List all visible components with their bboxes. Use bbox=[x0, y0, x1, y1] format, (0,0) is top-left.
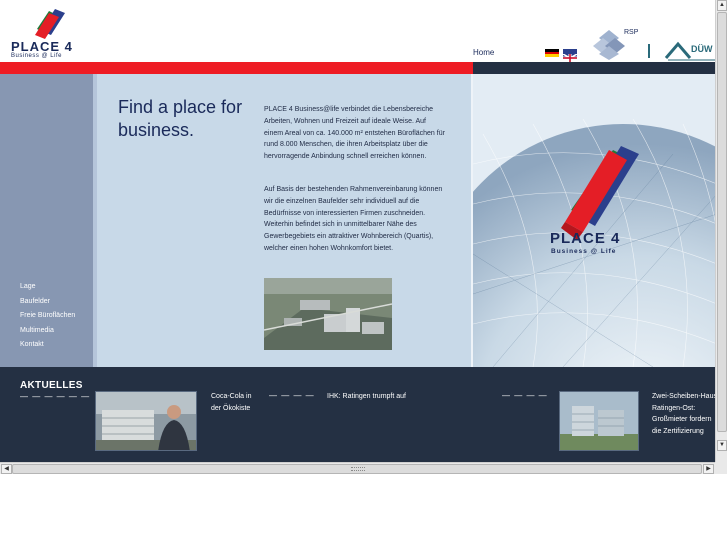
news-section: AKTUELLES — — — — — — Coca-Cola in der Ö… bbox=[0, 367, 715, 462]
nav-item-freie-bueroflaechen[interactable]: Freie Büroflächen bbox=[20, 309, 75, 324]
page-headline: Find a place for business. bbox=[118, 97, 243, 140]
logo-text: PLACE 4 bbox=[11, 39, 73, 54]
framework-paragraph: Auf Basis der bestehenden Rahmenvereinba… bbox=[264, 186, 443, 252]
header-divider bbox=[648, 44, 650, 58]
aerial-photo-image bbox=[264, 278, 392, 350]
site-header: PLACE 4 Business @ Life Home RSP DÜW bbox=[0, 0, 715, 63]
news-photo-3 bbox=[560, 392, 638, 450]
nav-item-kontakt[interactable]: Kontakt bbox=[20, 338, 75, 353]
news-thumbnail-1[interactable] bbox=[95, 391, 197, 451]
site-logo[interactable]: PLACE 4 Business @ Life bbox=[5, 5, 90, 59]
news-separator-1: — — — — bbox=[269, 391, 315, 400]
german-flag-icon[interactable] bbox=[545, 49, 559, 57]
news-heading: AKTUELLES bbox=[20, 380, 83, 391]
navy-accent-bar bbox=[473, 62, 715, 74]
news-thumbnail-3[interactable] bbox=[559, 391, 639, 451]
globe-wireframe-image bbox=[473, 74, 715, 367]
scroll-right-icon[interactable]: ▶ bbox=[703, 464, 714, 474]
scroll-left-icon[interactable]: ◀ bbox=[1, 464, 12, 474]
scroll-up-icon[interactable]: ▲ bbox=[717, 0, 727, 11]
nav-item-lage[interactable]: Lage bbox=[20, 280, 75, 295]
news-item-3-text[interactable]: Zwei-Scheiben-Haus Ratingen-Ost: Großmie… bbox=[652, 391, 715, 437]
news-separator-2: — — — — bbox=[502, 391, 548, 400]
news-item-2-text[interactable]: IHK: Ratingen trumpft auf bbox=[327, 391, 477, 403]
rsp-label: RSP bbox=[624, 29, 639, 36]
browser-viewport: PLACE 4 Business @ Life Home RSP DÜW Lag… bbox=[0, 0, 715, 462]
side-navigation: Lage Baufelder Freie Büroflächen Multime… bbox=[0, 74, 97, 367]
duw-label: DÜW bbox=[691, 44, 713, 54]
horizontal-scroll-thumb[interactable] bbox=[12, 464, 702, 474]
union-jack-icon bbox=[562, 53, 578, 63]
horizontal-scrollbar[interactable]: ◀ ▶ bbox=[0, 462, 715, 474]
aerial-photo bbox=[264, 278, 392, 350]
logo-subtext: Business @ Life bbox=[11, 53, 62, 59]
globe-logo-subtext: Business @ Life bbox=[551, 248, 617, 255]
vertical-scroll-thumb[interactable] bbox=[717, 12, 727, 432]
english-flag-icon[interactable] bbox=[562, 49, 578, 63]
home-link[interactable]: Home bbox=[473, 48, 494, 57]
main-content: Find a place for business. PLACE 4 Busin… bbox=[97, 74, 471, 367]
vertical-scrollbar[interactable]: ▲ ▼ bbox=[715, 0, 727, 462]
nav-item-multimedia[interactable]: Multimedia bbox=[20, 324, 75, 339]
nav-list: Lage Baufelder Freie Büroflächen Multime… bbox=[20, 280, 75, 353]
scroll-down-icon[interactable]: ▼ bbox=[717, 440, 727, 451]
news-dash-divider: — — — — — — bbox=[20, 392, 91, 401]
nav-item-baufelder[interactable]: Baufelder bbox=[20, 295, 75, 310]
news-photo-1 bbox=[96, 392, 196, 450]
scroll-grip-icon bbox=[351, 467, 365, 471]
red-accent-bar bbox=[0, 62, 473, 74]
globe-visual: PLACE 4 Business @ Life bbox=[471, 74, 715, 367]
globe-logo-text: PLACE 4 bbox=[550, 230, 621, 247]
intro-paragraph: PLACE 4 Business@life verbindet die Lebe… bbox=[264, 106, 445, 161]
news-item-1-text[interactable]: Coca-Cola in der Ökokiste bbox=[211, 391, 261, 414]
scrollbar-corner bbox=[715, 462, 727, 474]
